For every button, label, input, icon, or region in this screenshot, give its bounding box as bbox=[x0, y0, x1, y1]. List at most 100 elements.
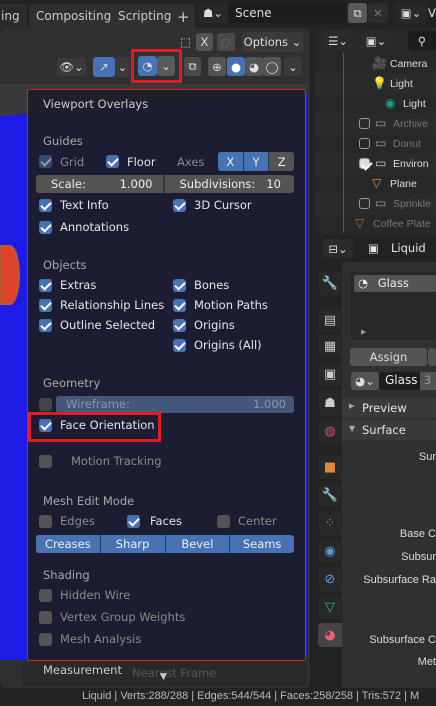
edges-label: Edges bbox=[60, 514, 95, 528]
axis-y-toggle[interactable]: Y bbox=[243, 152, 270, 171]
wireframe-shading-icon[interactable]: ⊕ bbox=[208, 57, 226, 76]
bones-label: Bones bbox=[194, 278, 230, 292]
axes-toggle-group: X Y Z bbox=[218, 152, 294, 171]
shading-dropdown[interactable]: ⌄ bbox=[284, 57, 302, 76]
sharp-toggle[interactable]: Sharp bbox=[100, 535, 166, 553]
solid-shading-icon[interactable]: ● bbox=[227, 57, 245, 76]
relationship-lines-label: Relationship Lines bbox=[60, 298, 165, 312]
gizmo-toggle-icon[interactable]: ↗ bbox=[93, 57, 115, 77]
origins-checkbox[interactable] bbox=[173, 319, 186, 332]
scroll-down-arrow-icon[interactable]: ▼ bbox=[160, 672, 167, 682]
orange-object[interactable] bbox=[0, 245, 20, 305]
origins-all-checkbox[interactable] bbox=[173, 339, 186, 352]
output-tab-icon[interactable]: ▦ bbox=[318, 334, 342, 358]
3d-cursor-label: 3D Cursor bbox=[194, 198, 252, 212]
motion-paths-label: Motion Paths bbox=[194, 298, 268, 312]
bones-checkbox[interactable] bbox=[173, 279, 186, 292]
center-checkbox[interactable] bbox=[217, 515, 230, 528]
outline-selected-label: Outline Selected bbox=[60, 318, 156, 332]
faces-checkbox[interactable] bbox=[127, 515, 140, 528]
vertex-group-weights-checkbox[interactable] bbox=[39, 611, 52, 624]
constraints-tab-icon[interactable]: ⊘ bbox=[318, 567, 342, 591]
popover-title: Viewport Overlays bbox=[43, 97, 149, 111]
tab-scripting[interactable]: Scripting bbox=[111, 4, 179, 28]
property-label: Sur bbox=[418, 451, 436, 463]
creases-toggle[interactable]: Creases bbox=[36, 535, 101, 553]
section-mesh-edit-mode: Mesh Edit Mode bbox=[43, 494, 135, 508]
tab-compositing[interactable]: Compositing bbox=[29, 4, 119, 28]
axis-x-toggle[interactable]: X bbox=[218, 152, 244, 171]
center-label: Center bbox=[238, 514, 277, 528]
overlays-dropdown[interactable]: ⌄ bbox=[157, 56, 175, 76]
motion-paths-checkbox[interactable] bbox=[173, 299, 186, 312]
text-info-label: Text Info bbox=[60, 198, 109, 212]
view-layer-tab-icon[interactable]: ▣ bbox=[318, 362, 342, 386]
outline-selected-checkbox[interactable] bbox=[39, 319, 52, 332]
data-tab-icon[interactable]: ▽ bbox=[318, 595, 342, 619]
property-label: Subsurface Ra bbox=[363, 574, 436, 586]
extras-label: Extras bbox=[60, 278, 97, 292]
annotations-label: Annotations bbox=[60, 220, 130, 234]
physics-tab-icon[interactable]: ◉ bbox=[318, 539, 342, 563]
xray-x-button[interactable]: X bbox=[196, 33, 213, 51]
scene-name-field[interactable]: Scene bbox=[228, 3, 346, 23]
extras-checkbox[interactable] bbox=[39, 279, 52, 292]
annotations-checkbox[interactable] bbox=[39, 221, 52, 234]
tab-partial[interactable]: ing bbox=[0, 4, 27, 28]
relationship-lines-checkbox[interactable] bbox=[39, 299, 52, 312]
origins-label: Origins bbox=[194, 318, 235, 332]
particles-tab-icon[interactable]: ⁘ bbox=[318, 511, 342, 535]
rendered-shading-icon[interactable]: ◯ bbox=[263, 57, 281, 76]
grid-checkbox[interactable] bbox=[39, 155, 52, 168]
wireframe-slider[interactable]: Wireframe: 1.000 bbox=[56, 396, 294, 413]
section-geometry: Geometry bbox=[43, 376, 101, 390]
edges-checkbox[interactable] bbox=[39, 515, 52, 528]
axis-z-toggle[interactable]: Z bbox=[269, 152, 294, 171]
scene-tab-icon[interactable]: ☗ bbox=[318, 391, 342, 415]
faces-label: Faces bbox=[150, 514, 182, 528]
nearest-frame-dropdown[interactable]: Nearest Frame bbox=[132, 666, 216, 680]
property-label: Subsur bbox=[401, 551, 436, 563]
text-info-checkbox[interactable] bbox=[39, 199, 52, 212]
snap-icon[interactable]: ◌ bbox=[217, 33, 235, 51]
motion-tracking-label: Motion Tracking bbox=[71, 454, 162, 468]
motion-tracking-checkbox[interactable] bbox=[39, 455, 52, 468]
mesh-analysis-label: Mesh Analysis bbox=[60, 632, 142, 646]
modifier-tab-icon[interactable]: 🔧 bbox=[318, 483, 342, 507]
overlays-toggle-icon[interactable]: ◔ bbox=[138, 56, 157, 76]
face-orientation-highlight-box bbox=[28, 412, 161, 442]
property-label: Met bbox=[417, 656, 436, 668]
floor-label: Floor bbox=[127, 155, 156, 169]
gizmo-dropdown[interactable]: ⌄ bbox=[115, 57, 130, 77]
property-label: Subsurface C bbox=[369, 634, 436, 646]
material-shading-icon[interactable]: ◕ bbox=[245, 57, 263, 76]
hidden-wire-checkbox[interactable] bbox=[39, 589, 52, 602]
bevel-toggle[interactable]: Bevel bbox=[165, 535, 231, 553]
scale-field[interactable]: Scale: 1.000 bbox=[36, 175, 164, 193]
subdivisions-field[interactable]: Subdivisions: 10 bbox=[163, 175, 295, 193]
origins-all-label: Origins (All) bbox=[194, 338, 262, 352]
world-tab-icon[interactable]: ◍ bbox=[318, 419, 342, 443]
hidden-wire-label: Hidden Wire bbox=[60, 588, 131, 602]
floor-checkbox[interactable] bbox=[106, 155, 119, 168]
3d-cursor-checkbox[interactable] bbox=[173, 199, 186, 212]
section-objects: Objects bbox=[43, 258, 87, 272]
section-guides: Guides bbox=[43, 134, 83, 148]
seams-toggle[interactable]: Seams bbox=[230, 535, 294, 553]
measurement-section[interactable]: Measurement bbox=[43, 663, 122, 677]
wireframe-checkbox[interactable] bbox=[39, 398, 52, 411]
xray-icon[interactable]: ⧉ bbox=[184, 57, 201, 76]
options-dropdown[interactable]: Options ⌄ bbox=[242, 32, 303, 52]
object-tab-icon[interactable]: ■ bbox=[318, 455, 342, 479]
section-shading: Shading bbox=[43, 568, 90, 582]
grid-label: Grid bbox=[60, 155, 85, 169]
mesh-analysis-checkbox[interactable] bbox=[39, 633, 52, 646]
visibility-eye-icon[interactable]: 👁⌄ bbox=[57, 58, 86, 76]
status-bar-text: Liquid | Verts:288/288 | Edges:544/544 |… bbox=[82, 690, 420, 702]
tool-tab-icon[interactable]: 🔧 bbox=[318, 271, 342, 295]
add-workspace-button[interactable]: + bbox=[172, 4, 195, 28]
vertex-group-weights-label: Vertex Group Weights bbox=[60, 610, 186, 624]
material-tab-icon[interactable]: ◕ bbox=[318, 623, 342, 647]
scene-type-icon[interactable]: ☗⌄ bbox=[198, 3, 228, 23]
render-tab-icon[interactable]: ▤ bbox=[318, 308, 342, 332]
